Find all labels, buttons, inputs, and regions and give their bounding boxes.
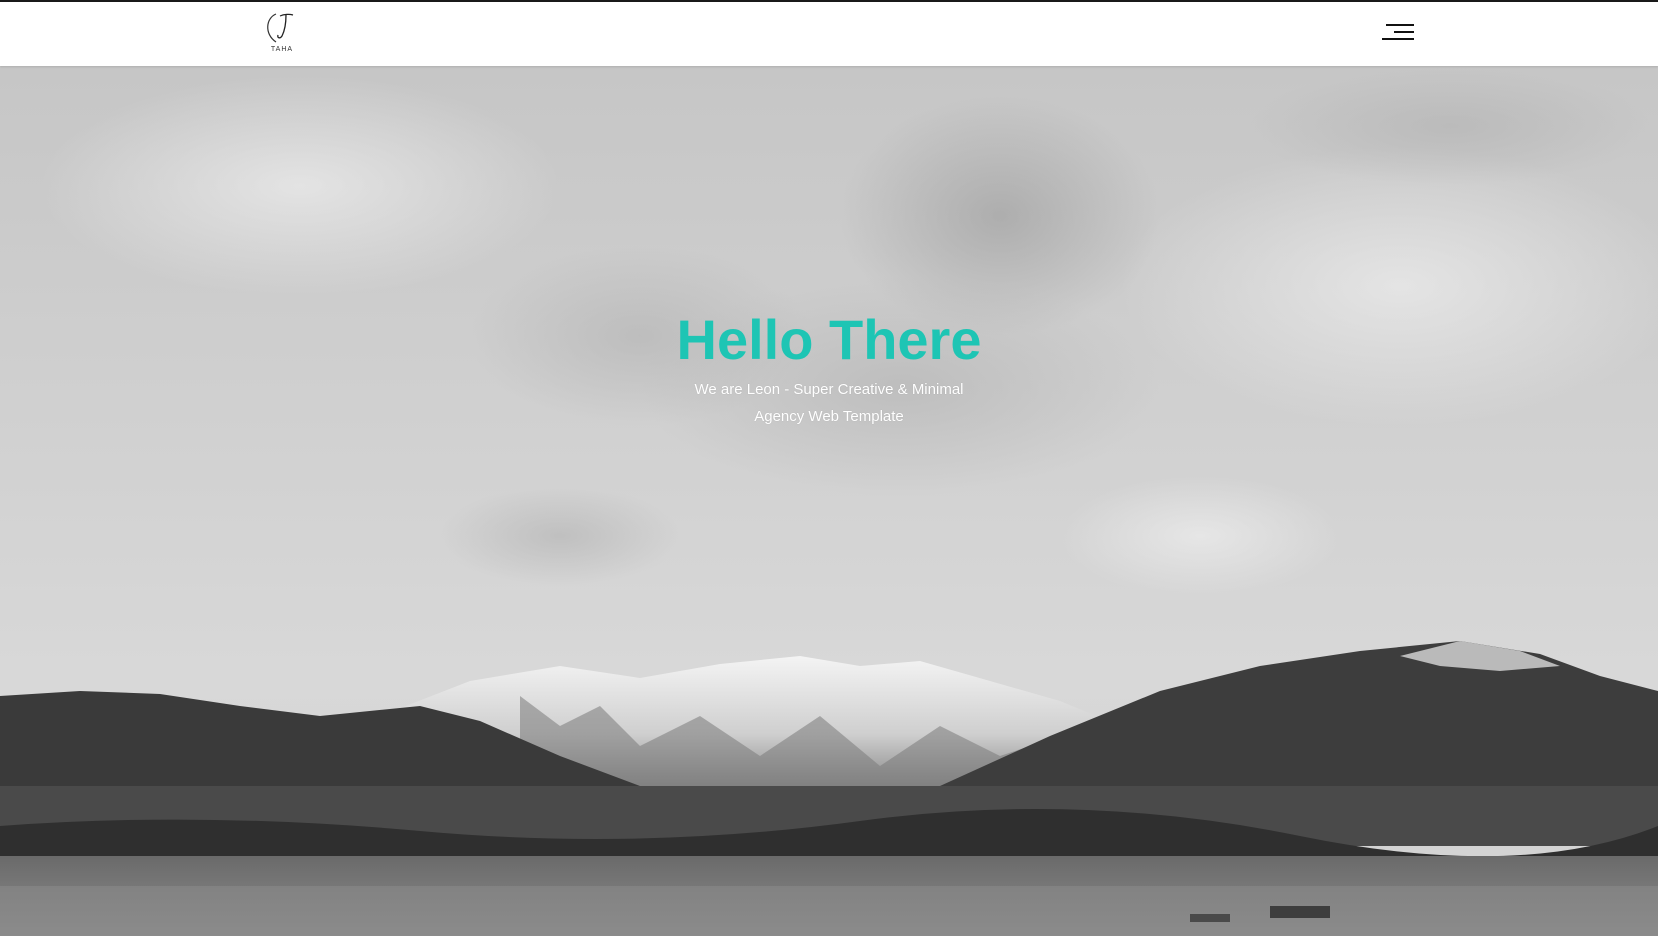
menu-toggle-button[interactable]: [1382, 20, 1414, 46]
navbar: TAHA: [0, 2, 1658, 66]
hero-title: Hello There: [676, 308, 982, 371]
site-logo[interactable]: TAHA: [262, 8, 302, 58]
logo-monogram-icon: [267, 13, 294, 43]
hero-section: Hello There We are Leon - Super Creative…: [0, 66, 1658, 936]
hero-subtitle-line1: We are Leon - Super Creative & Minimal: [694, 381, 964, 398]
logo-text: TAHA: [270, 46, 294, 53]
hero-subtitle-line2: Agency Web Template: [754, 408, 904, 425]
hero-background-image: [0, 66, 1658, 936]
hero-subtitle: We are Leon - Super Creative & Minimal A…: [679, 376, 979, 430]
